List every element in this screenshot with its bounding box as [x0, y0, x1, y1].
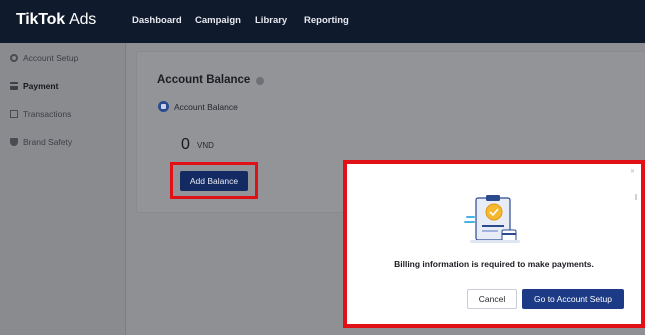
billing-illustration-icon — [464, 195, 520, 243]
gear-icon — [10, 54, 18, 62]
sidebar-item-label: Account Setup — [23, 53, 79, 63]
card-icon — [10, 82, 18, 90]
sidebar-item-label: Payment — [23, 81, 59, 91]
scrollbar[interactable] — [635, 194, 637, 200]
sidebar-item-transactions[interactable]: Transactions — [10, 107, 71, 121]
sidebar-item-brand-safety[interactable]: Brand Safety — [10, 135, 72, 149]
top-nav-bar: TikTok Ads Dashboard Campaign Library Re… — [0, 0, 645, 43]
nav-reporting[interactable]: Reporting — [304, 15, 349, 26]
sidebar-item-label: Brand Safety — [23, 137, 73, 147]
brand-logo[interactable]: TikTok Ads — [16, 11, 96, 29]
add-balance-button[interactable]: Add Balance — [180, 171, 248, 191]
wallet-icon — [158, 101, 169, 112]
dialog-message: Billing information is required to make … — [394, 259, 594, 269]
sidebar: Account Setup Payment Transactions Brand… — [0, 43, 126, 335]
list-icon — [10, 110, 18, 118]
sidebar-item-payment[interactable]: Payment — [10, 79, 58, 93]
help-icon[interactable] — [256, 77, 264, 85]
brand-name: TikTok — [16, 11, 65, 28]
balance-amount: 0 — [181, 136, 190, 153]
balance-label-row: Account Balance — [158, 101, 238, 112]
balance-currency: VND — [197, 141, 214, 150]
go-to-account-setup-button[interactable]: Go to Account Setup — [522, 289, 624, 309]
billing-required-dialog: ✕ Billing information is required to mak… — [347, 164, 641, 324]
page-title: Account Balance — [157, 74, 251, 86]
nav-campaign[interactable]: Campaign — [195, 15, 241, 26]
balance-label: Account Balance — [174, 101, 238, 112]
shield-icon — [10, 138, 18, 146]
nav-library[interactable]: Library — [255, 15, 287, 26]
nav-dashboard[interactable]: Dashboard — [132, 15, 182, 26]
sidebar-item-account-setup[interactable]: Account Setup — [10, 51, 78, 65]
sidebar-item-label: Transactions — [23, 109, 72, 119]
cancel-button[interactable]: Cancel — [467, 289, 517, 309]
brand-suffix: Ads — [69, 11, 97, 28]
close-icon[interactable]: ✕ — [630, 168, 635, 175]
